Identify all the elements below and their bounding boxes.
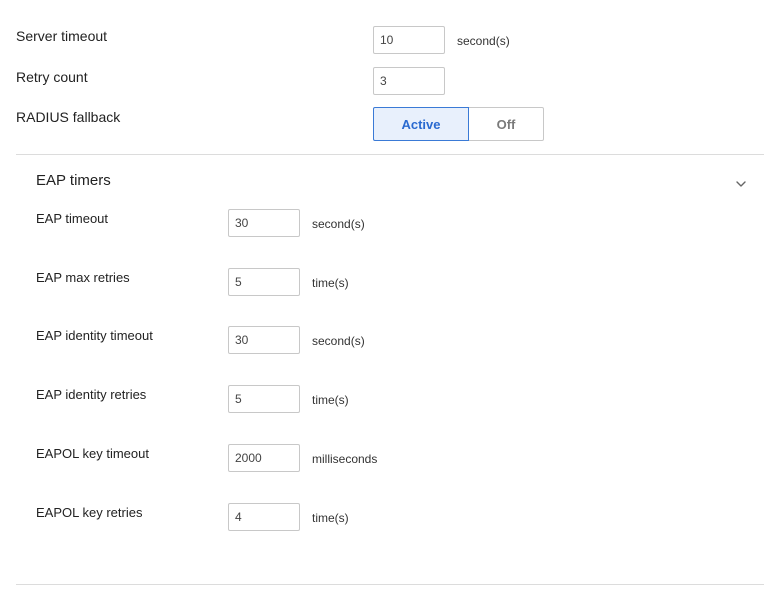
server-timeout-label: Server timeout — [16, 28, 108, 44]
retry-count-label: Retry count — [16, 69, 88, 85]
eapol-key-retries-unit: time(s) — [312, 511, 349, 525]
section-divider-bottom — [16, 584, 764, 585]
eap-identity-timeout-input[interactable] — [228, 326, 300, 354]
eap-identity-retries-input[interactable] — [228, 385, 300, 413]
radius-fallback-toggle: Active Off — [373, 107, 544, 141]
eap-max-retries-unit: time(s) — [312, 276, 349, 290]
server-timeout-input[interactable] — [373, 26, 445, 54]
eap-timeout-label: EAP timeout — [36, 211, 109, 226]
eap-timeout-unit: second(s) — [312, 217, 365, 231]
eapol-key-timeout-unit: milliseconds — [312, 452, 378, 466]
eap-identity-timeout-unit: second(s) — [312, 334, 365, 348]
eapol-key-retries-input[interactable] — [228, 503, 300, 531]
eap-max-retries-input[interactable] — [228, 268, 300, 296]
eap-timeout-input[interactable] — [228, 209, 300, 237]
eap-identity-timeout-label: EAP identity timeout — [36, 328, 153, 343]
chevron-down-icon[interactable] — [735, 178, 747, 190]
eapol-key-timeout-input[interactable] — [228, 444, 300, 472]
eap-identity-retries-label: EAP identity retries — [36, 387, 147, 402]
eapol-key-retries-label: EAPOL key retries — [36, 505, 143, 520]
eapol-key-timeout-label: EAPOL key timeout — [36, 446, 149, 461]
eap-timers-title: EAP timers — [36, 172, 111, 189]
section-divider-top — [16, 154, 764, 155]
radius-settings-panel: Server timeout second(s) Retry count RAD… — [0, 0, 764, 598]
radius-fallback-active-button[interactable]: Active — [373, 107, 469, 141]
eap-identity-retries-unit: time(s) — [312, 393, 349, 407]
server-timeout-unit: second(s) — [457, 34, 510, 48]
retry-count-input[interactable] — [373, 67, 445, 95]
radius-fallback-label: RADIUS fallback — [16, 109, 121, 125]
radius-fallback-off-button[interactable]: Off — [469, 107, 544, 141]
eap-max-retries-label: EAP max retries — [36, 270, 130, 285]
